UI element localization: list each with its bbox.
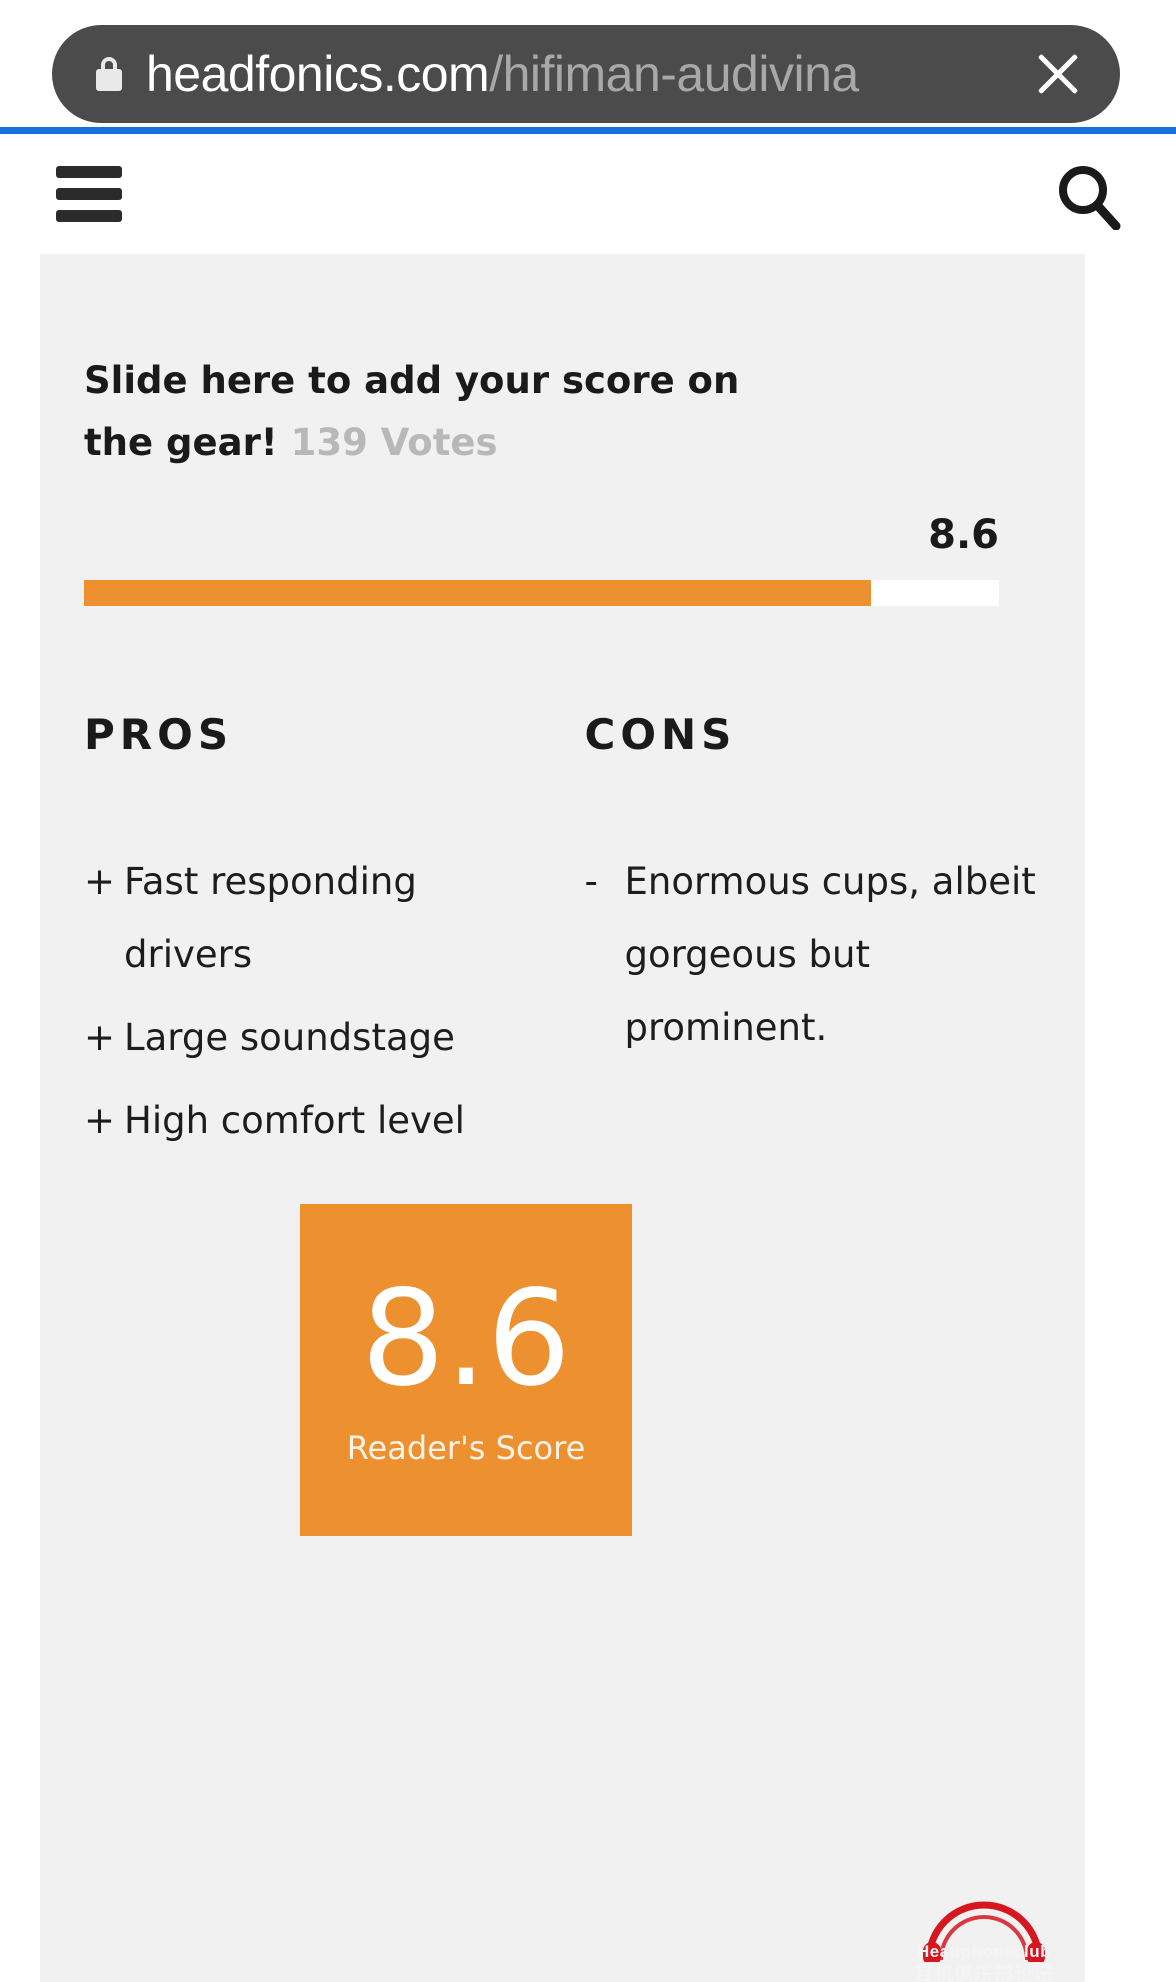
watermark-brand: Headphoneclub (916, 1942, 1051, 1961)
cons-title: CONS (584, 710, 737, 759)
url-host: headfonics.com (146, 46, 490, 102)
page-load-progress-bar (0, 127, 1176, 134)
list-item: + High comfort level (84, 1084, 563, 1157)
close-icon[interactable] (1030, 46, 1086, 102)
list-item: + Large soundstage (84, 1001, 563, 1074)
cons-sign: - (584, 860, 598, 903)
votes-count: 139 Votes (290, 421, 498, 464)
site-header (0, 134, 1176, 254)
reader-score-box: 8.6 Reader's Score (300, 1204, 632, 1536)
cons-column: CONS - Enormous cups, albeit gorgeous bu… (563, 710, 1042, 1167)
reader-rating-card: Slide here to add your score on the gear… (40, 254, 1085, 1982)
pros-sign: + (84, 1099, 116, 1142)
slide-heading: Slide here to add your score on the gear… (84, 350, 804, 474)
rating-slider[interactable] (84, 580, 999, 606)
pros-sign: + (84, 1016, 116, 1059)
reader-score-label: Reader's Score (346, 1429, 586, 1467)
pros-text: Fast responding drivers (124, 860, 417, 976)
slider-score-value: 8.6 (928, 512, 999, 558)
page-root: headfonics.com/hifiman-audivina Slide he… (0, 0, 1176, 1982)
pros-sign: + (84, 860, 116, 903)
pros-list: + Fast responding drivers + Large sounds… (84, 845, 563, 1157)
watermark-brand-cn: 耳机俱乐部论坛 (913, 1964, 1054, 1982)
lock-icon (94, 57, 124, 91)
pros-title: PROS (84, 710, 234, 759)
slide-heading-text-line2: gear! (166, 421, 278, 464)
list-item: + Fast responding drivers (84, 845, 563, 991)
slider-score-row: 8.6 (84, 512, 1041, 558)
list-item: - Enormous cups, albeit gorgeous but pro… (585, 845, 1042, 1064)
url-text: headfonics.com/hifiman-audivina (146, 44, 1012, 104)
card-content: Slide here to add your score on the gear… (40, 350, 1085, 1167)
cons-list: - Enormous cups, albeit gorgeous but pro… (585, 845, 1042, 1064)
pros-column: PROS + Fast responding drivers + Large s… (84, 710, 563, 1167)
browser-chrome: headfonics.com/hifiman-audivina (0, 0, 1176, 148)
watermark: Headphoneclub 耳机俱乐部论坛 (889, 1882, 1079, 1982)
pros-text: Large soundstage (124, 1016, 455, 1059)
pros-text: High comfort level (124, 1099, 465, 1142)
url-path: /hifiman-audivina (489, 46, 859, 102)
address-bar[interactable]: headfonics.com/hifiman-audivina (52, 25, 1120, 123)
cons-text: Enormous cups, albeit gorgeous but promi… (624, 860, 1036, 1049)
search-icon[interactable] (1054, 162, 1122, 231)
hamburger-menu-icon[interactable] (56, 166, 122, 222)
reader-score-value: 8.6 (361, 1262, 571, 1416)
pros-cons-section: PROS + Fast responding drivers + Large s… (84, 710, 1041, 1167)
rating-slider-fill (84, 580, 871, 606)
